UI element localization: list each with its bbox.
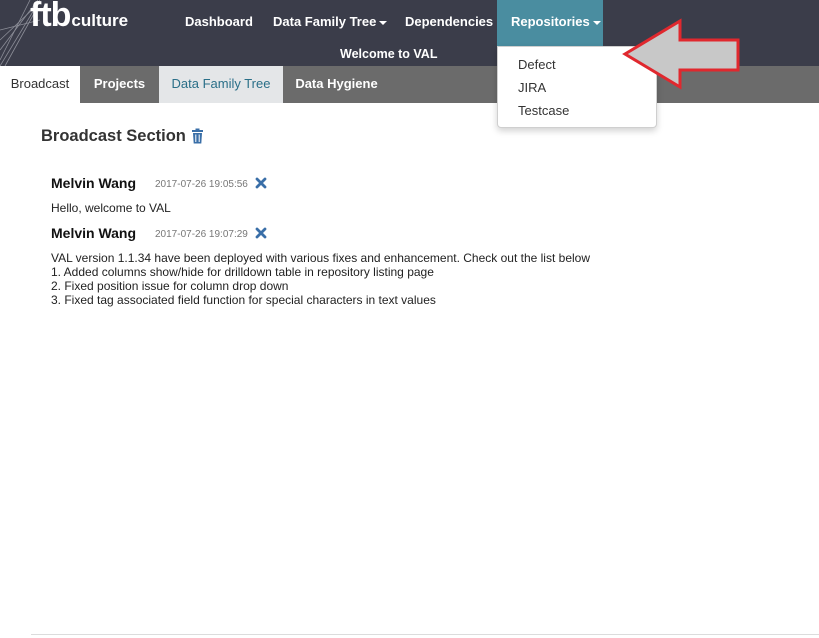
close-icon[interactable] [255, 227, 267, 239]
tab-data-hygiene[interactable]: Data Hygiene [283, 66, 390, 103]
brand-logo[interactable]: ftbculture [30, 0, 128, 35]
bottom-divider [31, 634, 819, 635]
logo-sub: culture [71, 11, 129, 30]
nav-dashboard-label: Dashboard [185, 14, 253, 29]
nav-repositories[interactable]: Repositories [497, 0, 603, 46]
message-text-line: 1. Added columns show/hide for drilldown… [51, 265, 434, 279]
menu-item-testcase[interactable]: Testcase [518, 103, 569, 118]
tab-data-family-tree[interactable]: Data Family Tree [159, 66, 283, 103]
message-timestamp: 2017-07-26 19:07:29 [155, 229, 248, 240]
nav-dependencies[interactable]: Dependencies [405, 0, 493, 46]
message-author: Melvin Wang [51, 175, 137, 191]
menu-item-defect[interactable]: Defect [518, 57, 556, 72]
caret-down-icon [379, 20, 388, 25]
nav-dependencies-label: Dependencies [405, 14, 494, 29]
caret-down-icon [592, 20, 601, 25]
message-text-line: VAL version 1.1.34 have been deployed wi… [51, 251, 590, 265]
message-text-line: Hello, welcome to VAL [51, 201, 171, 215]
trash-icon[interactable] [191, 128, 204, 144]
section-title: Broadcast Section [41, 127, 186, 145]
tab-projects[interactable]: Projects [80, 66, 159, 103]
nav-data-family-tree-label: Data Family Tree [273, 14, 377, 29]
nav-repositories-label: Repositories [511, 14, 590, 29]
message-timestamp: 2017-07-26 19:05:56 [155, 179, 248, 190]
annotation-arrow-icon [622, 18, 740, 90]
menu-item-jira[interactable]: JIRA [518, 80, 546, 95]
tab-broadcast[interactable]: Broadcast [0, 66, 80, 103]
logo-main: ftb [30, 0, 71, 34]
nav-data-family-tree[interactable]: Data Family Tree [273, 0, 388, 46]
nav-dashboard[interactable]: Dashboard [185, 0, 253, 46]
message-text-line: 2. Fixed position issue for column drop … [51, 279, 289, 293]
close-icon[interactable] [255, 177, 267, 189]
message-text-line: 3. Fixed tag associated field function f… [51, 293, 436, 307]
welcome-text: Welcome to VAL [340, 47, 438, 61]
message-author: Melvin Wang [51, 225, 137, 241]
